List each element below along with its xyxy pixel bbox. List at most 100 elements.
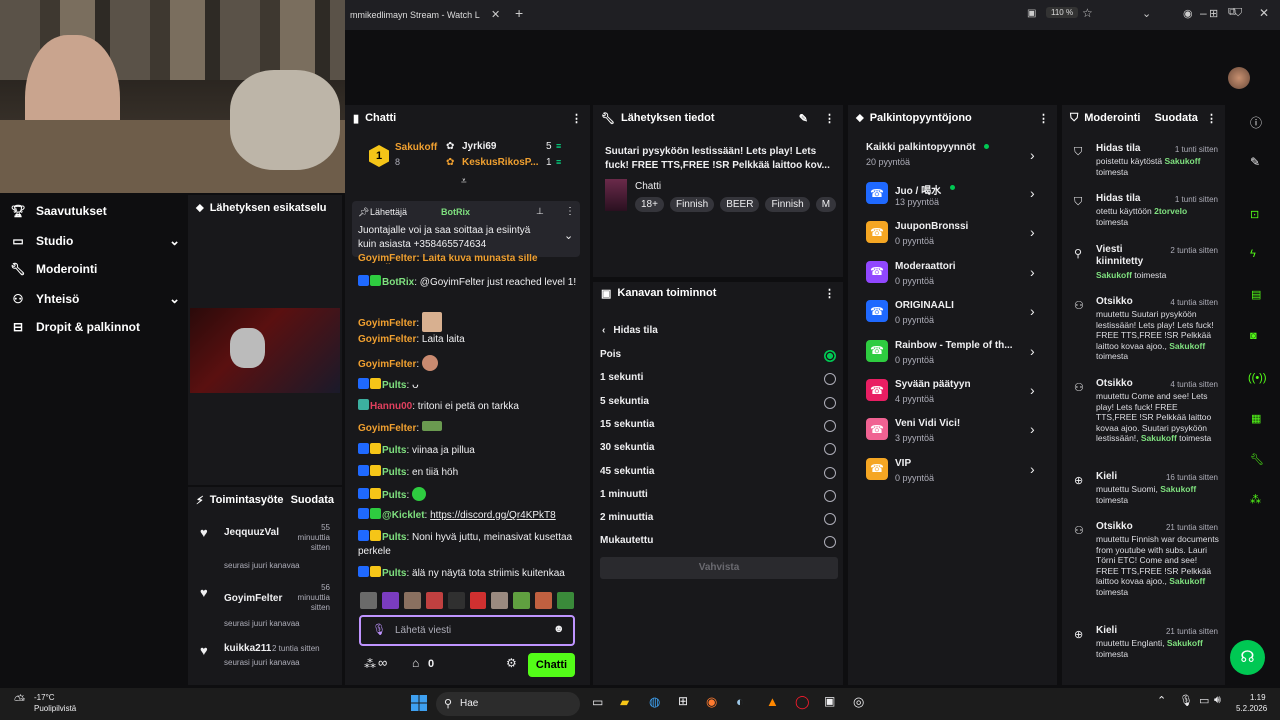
entry-actor[interactable]: Sakukoff xyxy=(1096,270,1132,280)
clock-time[interactable]: 1.19 xyxy=(1250,693,1266,702)
entry-actor[interactable]: Sakukoff xyxy=(1169,576,1205,586)
slow-mode-option[interactable]: Mukautettu xyxy=(600,534,838,552)
radio-button[interactable] xyxy=(824,513,836,526)
reward-row[interactable]: ☎ Rainbow - Temple of th... 0 pyyntöä › xyxy=(848,336,1057,372)
third-name[interactable]: KeskusRikosP... xyxy=(462,157,539,168)
radio-button[interactable] xyxy=(824,419,836,432)
chat-username[interactable]: Pults xyxy=(382,380,406,391)
tab-list-icon[interactable]: ⌄ xyxy=(1142,7,1151,20)
emote-icon[interactable] xyxy=(425,592,443,609)
tab-close-icon[interactable]: ✕ xyxy=(491,8,500,21)
edit-icon[interactable]: ✎ xyxy=(799,112,808,125)
radio-button[interactable] xyxy=(824,350,836,362)
emote-icon[interactable] xyxy=(535,592,553,609)
chat-username[interactable]: GoyimFelter xyxy=(358,359,416,370)
browser-tab[interactable]: mmikedlimayn Stream - Watch L xyxy=(350,5,480,25)
layout-tool-icon[interactable]: ▦ xyxy=(1251,412,1261,425)
store-icon[interactable]: ⌂ xyxy=(412,656,419,670)
emote-icon[interactable] xyxy=(491,592,509,609)
entry-actor[interactable]: Sakukoff xyxy=(1160,484,1196,494)
entry-actor[interactable]: Sakukoff xyxy=(1141,433,1177,443)
filter-button[interactable]: Suodata xyxy=(291,494,334,506)
close-window-icon[interactable]: ✕ xyxy=(1259,6,1269,20)
slow-mode-option[interactable]: 1 minuutti xyxy=(600,488,838,506)
tag[interactable]: M xyxy=(815,197,837,212)
reward-row[interactable]: ☎ Syvään päätyyn 4 pyyntöä › xyxy=(848,375,1057,411)
extensions-icon[interactable]: ⊞ xyxy=(1209,7,1218,20)
tag[interactable]: BEER xyxy=(720,197,760,212)
new-tab-icon[interactable]: + xyxy=(515,5,523,21)
tag[interactable]: Finnish xyxy=(669,197,715,212)
chevron-down-icon[interactable]: ⌄ xyxy=(564,229,573,242)
chat-username[interactable]: GoyimFelter xyxy=(358,318,416,329)
camera-tool-icon[interactable]: ⊡ xyxy=(1250,208,1259,221)
chat-tool-icon[interactable]: ◙ xyxy=(1250,330,1257,342)
stream-preview-thumbnail[interactable] xyxy=(190,308,340,393)
profile-icon[interactable]: ◉ xyxy=(1183,7,1193,20)
chat-username[interactable]: Pults xyxy=(382,532,406,543)
bolt-tool-icon[interactable]: ϟ xyxy=(1250,248,1256,260)
chat-username[interactable]: @Kicklet xyxy=(382,510,425,521)
reward-row[interactable]: ☎ Moderaattori 0 pyyntöä › xyxy=(848,257,1057,293)
firefox-icon[interactable]: ◉ xyxy=(706,694,717,710)
notes-tool-icon[interactable]: ▤ xyxy=(1251,288,1261,301)
more-options-icon[interactable]: ⋮ xyxy=(1038,112,1049,125)
chat-username[interactable]: BotRix xyxy=(382,277,414,288)
minimize-icon[interactable]: – xyxy=(1200,6,1207,20)
second-name[interactable]: Jyrki69 xyxy=(462,141,496,152)
emote-icon[interactable] xyxy=(360,592,377,609)
slow-mode-option[interactable]: Pois xyxy=(600,348,838,366)
shield-ext-icon[interactable]: ⛉ xyxy=(1234,7,1242,20)
steam-icon[interactable]: ◐ xyxy=(736,694,744,709)
broadcast-tool-icon[interactable]: ((•)) xyxy=(1248,372,1267,384)
weather-icon[interactable]: ⛅︎ xyxy=(14,692,25,709)
all-rewards-row[interactable]: Kaikki palkintopyynnöt 20 pyyntöä › xyxy=(848,138,1057,174)
radio-button[interactable] xyxy=(824,466,836,479)
terminal-app-icon[interactable]: ▣ xyxy=(824,694,835,708)
community-tool-icon[interactable]: ⁂ xyxy=(1250,493,1261,506)
emote-icon[interactable] xyxy=(447,592,465,609)
tray-chevron-icon[interactable]: ⌃ xyxy=(1157,694,1166,707)
entry-actor[interactable]: 2torvelo xyxy=(1154,206,1187,216)
radio-button[interactable] xyxy=(824,373,836,386)
sidebar-item-moderation[interactable]: 🔧︎ Moderointi xyxy=(10,262,180,276)
more-options-icon[interactable]: ⋮ xyxy=(824,287,835,300)
obs-icon[interactable]: ◎ xyxy=(853,694,864,710)
pencil-icon[interactable]: ✎ xyxy=(1250,155,1260,169)
sidebar-item-studio[interactable]: ▭ Studio ⌄ xyxy=(10,233,180,249)
sidebar-item-drops[interactable]: ⊟ Dropit & palkinnot xyxy=(10,320,180,334)
more-options-icon[interactable]: ⋮ xyxy=(1206,112,1217,125)
mic-tray-icon[interactable]: 🎙︎ xyxy=(1179,694,1193,707)
reward-row[interactable]: ☎ Veni Vidi Vici! 3 pyyntöä › xyxy=(848,414,1057,450)
emote-icon[interactable] xyxy=(403,592,421,609)
slow-mode-option[interactable]: 1 sekunti xyxy=(600,371,838,389)
sidebar-item-community[interactable]: ⚇ Yhteisö ⌄ xyxy=(10,291,180,307)
filter-button[interactable]: Suodata xyxy=(1154,112,1197,124)
microphone-icon[interactable]: 🎙︎ xyxy=(372,623,386,636)
chat-username[interactable]: Pults xyxy=(382,467,406,478)
send-chat-button[interactable]: Chatti xyxy=(528,653,575,677)
zoom-level[interactable]: 110 % xyxy=(1046,7,1079,18)
network-tray-icon[interactable]: ▭ xyxy=(1199,694,1209,707)
gear-icon[interactable]: ⚙︎ xyxy=(506,656,517,670)
opera-icon[interactable]: ◯ xyxy=(795,694,810,710)
unpin-icon[interactable]: ⊥ xyxy=(536,206,544,217)
help-button[interactable]: ☊ xyxy=(1230,640,1265,675)
vlc-icon[interactable]: ▲ xyxy=(766,694,779,709)
chat-username[interactable]: GoyimFelter xyxy=(358,334,416,345)
reward-row[interactable]: ☎ JuuponBronssi 0 pyyntöä › xyxy=(848,217,1057,253)
chat-username[interactable]: Pults xyxy=(382,490,406,501)
emote-icon[interactable] xyxy=(381,592,399,609)
sidebar-item-achievements[interactable]: 🏆︎ Saavutukset xyxy=(10,204,180,218)
start-icon[interactable] xyxy=(411,695,427,711)
community-icon[interactable]: ⁂ xyxy=(364,657,376,671)
wrench-tool-icon[interactable]: 🔧︎ xyxy=(1250,453,1264,466)
reward-row[interactable]: ☎ Juo / 喝水 13 pyyntöä › xyxy=(848,178,1057,214)
emote-icon[interactable] xyxy=(557,592,575,609)
pinned-menu-icon[interactable]: ⋮ xyxy=(565,206,575,217)
slow-mode-option[interactable]: 30 sekuntia xyxy=(600,441,838,459)
emote-icon[interactable] xyxy=(469,592,487,609)
more-options-icon[interactable]: ⋮ xyxy=(571,112,582,125)
taskbar-search[interactable]: ⚲ Hae xyxy=(436,692,580,716)
reward-row[interactable]: ☎ ORIGINAALI 0 pyyntöä › xyxy=(848,296,1057,332)
